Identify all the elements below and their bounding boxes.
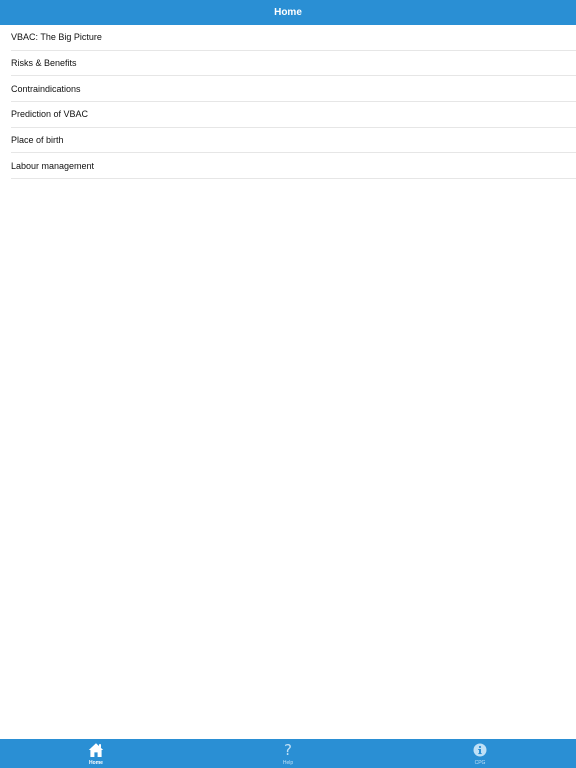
tab-label: CPG [474,760,486,766]
menu-list: VBAC: The Big Picture Risks & Benefits C… [0,25,576,180]
list-item-label: Prediction of VBAC [11,109,89,120]
list-item-labour-management[interactable]: Labour management [11,153,576,180]
list-item-label: Contraindications [11,83,81,94]
list-item-label: Place of birth [11,135,64,146]
help-glyph: ? [284,741,292,759]
tab-bar: Home ? Help CPG [0,739,576,768]
page-title: Home [274,7,302,18]
home-icon [88,742,104,758]
tab-help[interactable]: ? Help [192,739,384,768]
list-item-label: Labour management [11,160,95,171]
tab-label: Home [89,760,103,766]
list-item-big-picture[interactable]: VBAC: The Big Picture [11,25,576,51]
list-item-contraindications[interactable]: Contraindications [11,76,576,103]
list-item-label: VBAC: The Big Picture [11,32,102,43]
tab-cpg[interactable]: CPG [384,739,576,768]
help-icon: ? [280,742,296,758]
list-item-risks-benefits[interactable]: Risks & Benefits [11,51,576,77]
tab-home[interactable]: Home [0,739,192,768]
list-item-prediction[interactable]: Prediction of VBAC [11,102,576,128]
app-window: Home VBAC: The Big Picture Risks & Benef… [0,0,576,768]
list-item-place-of-birth[interactable]: Place of birth [11,128,576,154]
tab-label: Help [282,760,294,766]
navigation-bar: Home [0,0,576,25]
list-item-label: Risks & Benefits [11,58,77,69]
info-icon [472,742,488,758]
